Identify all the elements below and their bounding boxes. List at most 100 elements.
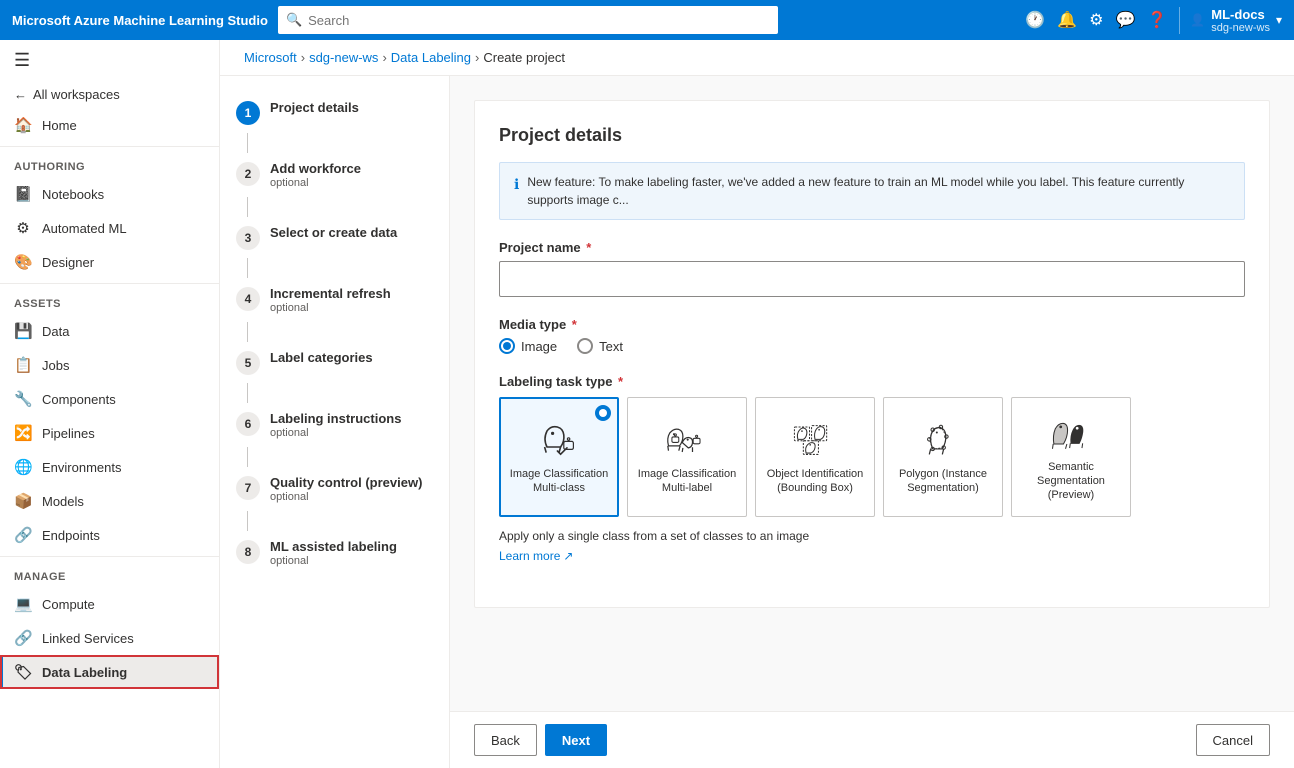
- sidebar-item-data-labeling[interactable]: 🏷 Data Labeling: [0, 655, 219, 689]
- step-6[interactable]: 6 Labeling instructions optional: [220, 403, 449, 447]
- step-4[interactable]: 4 Incremental refresh optional: [220, 278, 449, 322]
- sidebar-item-environments[interactable]: 🌐 Environments: [0, 450, 219, 484]
- step-7[interactable]: 7 Quality control (preview) optional: [220, 467, 449, 511]
- project-name-input[interactable]: [499, 261, 1245, 297]
- bell-icon[interactable]: 🔔: [1057, 10, 1077, 30]
- learn-more-link[interactable]: Learn more ↗: [499, 549, 573, 563]
- feedback-icon[interactable]: 💬: [1115, 10, 1135, 30]
- breadcrumb-current: Create project: [483, 50, 565, 65]
- workspace-selector[interactable]: This workspace ▾: [651, 9, 770, 31]
- sidebar-item-linked-services[interactable]: 🔗 Linked Services: [0, 621, 219, 655]
- radio-image[interactable]: Image: [499, 338, 557, 354]
- radio-image-circle: [499, 338, 515, 354]
- breadcrumb-microsoft[interactable]: Microsoft: [244, 50, 297, 65]
- back-to-workspaces[interactable]: ← All workspaces: [0, 81, 219, 108]
- breadcrumb: Microsoft › sdg-new-ws › Data Labeling ›…: [220, 40, 1294, 76]
- search-icon: 🔍: [286, 12, 302, 28]
- task-description: Apply only a single class from a set of …: [499, 529, 1245, 543]
- task-type-field: Labeling task type *: [499, 374, 1245, 563]
- back-arrow-icon: ←: [14, 87, 27, 102]
- task-selected-check: [595, 405, 611, 421]
- data-labeling-icon: 🏷: [14, 663, 32, 681]
- step-6-circle: 6: [236, 412, 260, 436]
- step-5-circle: 5: [236, 351, 260, 375]
- sidebar-item-home[interactable]: 🏠 Home: [0, 108, 219, 142]
- step-1[interactable]: 1 Project details: [220, 92, 449, 133]
- sidebar-item-data[interactable]: 💾 Data: [0, 314, 219, 348]
- sidebar-item-endpoints[interactable]: 🔗 Endpoints: [0, 518, 219, 552]
- linked-services-icon: 🔗: [14, 629, 32, 647]
- history-icon[interactable]: 🕐: [1025, 10, 1045, 30]
- task-card-semantic-seg[interactable]: Semantic Segmentation (Preview): [1011, 397, 1131, 517]
- cancel-button[interactable]: Cancel: [1196, 724, 1270, 756]
- home-icon: 🏠: [14, 116, 32, 134]
- task-type-grid: Image Classification Multi-class: [499, 397, 1245, 517]
- main-layout: ☰ ← All workspaces 🏠 Home Authoring 📓 No…: [0, 40, 1294, 768]
- step-8[interactable]: 8 ML assisted labeling optional: [220, 531, 449, 575]
- data-icon: 💾: [14, 322, 32, 340]
- compute-icon: 💻: [14, 595, 32, 613]
- settings-icon[interactable]: ⚙: [1089, 10, 1103, 30]
- endpoints-icon: 🔗: [14, 526, 32, 544]
- step-3-circle: 3: [236, 226, 260, 250]
- obj-identification-icon: [791, 419, 839, 459]
- user-menu[interactable]: 👤 ML-docs sdg-new-ws ▾: [1179, 7, 1282, 34]
- step-2-circle: 2: [236, 162, 260, 186]
- info-icon: ℹ: [514, 174, 519, 195]
- back-button[interactable]: Back: [474, 724, 537, 756]
- img-class-multilabel-icon: [663, 419, 711, 459]
- main-area: Project details ℹ New feature: To make l…: [450, 76, 1294, 768]
- breadcrumb-sdg[interactable]: sdg-new-ws: [309, 50, 378, 65]
- step-5[interactable]: 5 Label categories: [220, 342, 449, 383]
- sidebar-item-notebooks[interactable]: 📓 Notebooks: [0, 177, 219, 211]
- main-content: Project details ℹ New feature: To make l…: [450, 76, 1294, 711]
- sidebar-item-automated-ml[interactable]: ⚙ Automated ML: [0, 211, 219, 245]
- info-banner-text: New feature: To make labeling faster, we…: [527, 173, 1230, 209]
- breadcrumb-data-labeling[interactable]: Data Labeling: [391, 50, 471, 65]
- stepper-panel: 1 Project details 2 Add workforce option…: [220, 76, 450, 768]
- chevron-down-icon: ▾: [754, 12, 761, 28]
- sidebar-item-components[interactable]: 🔧 Components: [0, 382, 219, 416]
- designer-icon: 🎨: [14, 253, 32, 271]
- sidebar-item-pipelines[interactable]: 🔀 Pipelines: [0, 416, 219, 450]
- topbar: Microsoft Azure Machine Learning Studio …: [0, 0, 1294, 40]
- account-icon: 👤: [1190, 13, 1205, 27]
- search-input[interactable]: [308, 13, 645, 28]
- sidebar-item-designer[interactable]: 🎨 Designer: [0, 245, 219, 279]
- automated-ml-icon: ⚙: [14, 219, 32, 237]
- step-3[interactable]: 3 Select or create data: [220, 217, 449, 258]
- task-card-img-class-multi[interactable]: Image Classification Multi-class: [499, 397, 619, 517]
- info-banner: ℹ New feature: To make labeling faster, …: [499, 162, 1245, 220]
- components-icon: 🔧: [14, 390, 32, 408]
- user-chevron-icon: ▾: [1276, 13, 1282, 27]
- radio-image-dot: [503, 342, 511, 350]
- img-class-multi-icon: [535, 419, 583, 459]
- media-type-field: Media type * Image: [499, 317, 1245, 354]
- sidebar-item-models[interactable]: 📦 Models: [0, 484, 219, 518]
- manage-section-label: Manage: [0, 561, 219, 587]
- radio-text[interactable]: Text: [577, 338, 623, 354]
- sidebar-item-compute[interactable]: 💻 Compute: [0, 587, 219, 621]
- search-box[interactable]: 🔍 This workspace ▾: [278, 6, 778, 34]
- step-7-circle: 7: [236, 476, 260, 500]
- hamburger-button[interactable]: ☰: [0, 40, 219, 81]
- external-link-icon: ↗: [563, 549, 573, 563]
- task-card-polygon-seg[interactable]: Polygon (Instance Segmentation): [883, 397, 1003, 517]
- pipelines-icon: 🔀: [14, 424, 32, 442]
- notebooks-icon: 📓: [14, 185, 32, 203]
- project-details-card: Project details ℹ New feature: To make l…: [474, 100, 1270, 608]
- environments-icon: 🌐: [14, 458, 32, 476]
- help-icon[interactable]: ❓: [1147, 10, 1167, 30]
- radio-text-circle: [577, 338, 593, 354]
- sidebar-item-jobs[interactable]: 📋 Jobs: [0, 348, 219, 382]
- step-8-circle: 8: [236, 540, 260, 564]
- task-card-obj-identification[interactable]: Object Identification (Bounding Box): [755, 397, 875, 517]
- step-2[interactable]: 2 Add workforce optional: [220, 153, 449, 197]
- polygon-seg-icon: [919, 419, 967, 459]
- next-button[interactable]: Next: [545, 724, 607, 756]
- semantic-seg-icon: [1047, 412, 1095, 452]
- jobs-icon: 📋: [14, 356, 32, 374]
- task-card-img-class-multilabel[interactable]: Image Classification Multi-label: [627, 397, 747, 517]
- step-4-circle: 4: [236, 287, 260, 311]
- topbar-icons: 🕐 🔔 ⚙ 💬 ❓ 👤 ML-docs sdg-new-ws ▾: [1025, 7, 1282, 34]
